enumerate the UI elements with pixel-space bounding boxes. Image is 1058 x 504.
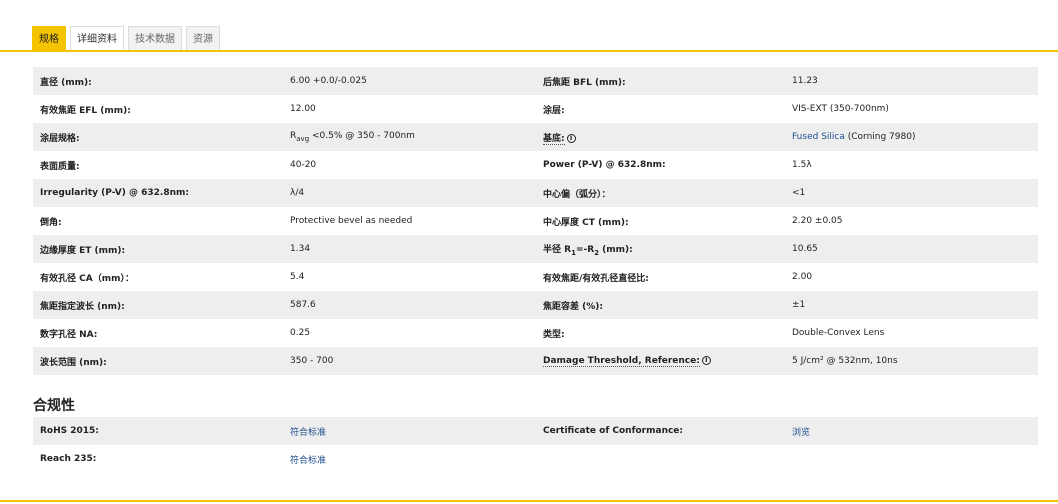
compliance-value: 符合标准 [284,453,538,466]
spec-value: VIS-EXT (350-700nm) [792,104,889,114]
compliance-label: Reach 235: [40,454,97,464]
spec-label: 半径 R1=-R2 (mm): [538,242,787,257]
certificate-view-link[interactable]: 浏览 [792,428,810,438]
spec-value: 0.25 [290,328,311,338]
spec-value: λ/4 [290,188,305,198]
spec-label: 数字孔径 NA: [40,329,98,340]
table-row: Irregularity (P-V) @ 632.8nm: λ/4 中心偏（弧分… [33,179,1038,207]
spec-label: 有效孔径 CA（mm）： [40,273,134,284]
spec-label: Irregularity (P-V) @ 632.8nm: [40,188,189,198]
spec-value: Double-Convex Lens [792,328,885,338]
table-row: 有效孔径 CA（mm）： 5.4 有效焦距/有效孔径直径比: 2.00 [33,263,1038,291]
spec-value: Fused Silica (Corning 7980) [787,132,1038,142]
spec-table: 直径 (mm): 6.00 +0.0/-0.025 后焦距 BFL (mm): … [33,67,1038,375]
substrate-label: 基底: [543,133,565,145]
spec-label: 倒角: [40,217,62,228]
spec-label: Damage Threshold, Reference: i [538,356,787,367]
table-row: 涂层规格: Ravg <0.5% @ 350 - 700nm 基底: i Fuse… [33,123,1038,151]
table-row: 焦距指定波长 (nm): 587.6 焦距容差 (%): ±1 [33,291,1038,319]
spec-label: 后焦距 BFL (mm): [543,77,626,88]
table-row: 倒角: Protective bevel as needed 中心厚度 CT (… [33,207,1038,235]
radius-unit: (mm): [599,244,633,255]
compliance-table: RoHS 2015: 符合标准 Certificate of Conforman… [33,417,1038,473]
spec-value: 11.23 [792,76,818,86]
spec-value: 2.00 [792,272,813,282]
spec-value: ±1 [792,300,806,310]
spec-label: 涂层: [543,105,565,116]
spec-value: 40-20 [290,160,317,170]
tab-underline [0,50,1058,52]
spec-label: 中心偏（弧分）： [543,189,611,200]
table-row: Reach 235: 符合标准 [33,445,1038,473]
substrate-link[interactable]: Fused Silica [792,132,845,142]
spec-value: 10.65 [792,244,818,254]
coating-spec: <0.5% @ 350 - 700nm [309,131,415,142]
spec-value: Ravg <0.5% @ 350 - 700nm [284,131,538,143]
spec-label: 有效焦距/有效孔径直径比: [543,273,649,284]
spec-label: 焦距指定波长 (nm): [40,301,125,312]
substrate-extra: (Corning 7980) [844,132,916,142]
spec-label: 焦距容差 (%): [543,301,603,312]
tab-details[interactable]: 详细资料 [70,26,124,51]
radius-label: 半径 R [543,244,572,255]
table-row: 波长范围 (nm): 350 - 700 Damage Threshold, R… [33,347,1038,375]
tab-bar: 规格 详细资料 技术数据 资源 [32,26,220,51]
table-row: 数字孔径 NA: 0.25 类型: Double-Convex Lens [33,319,1038,347]
tab-tech-data[interactable]: 技术数据 [128,26,182,51]
info-icon[interactable]: i [701,356,711,365]
table-row: 有效焦距 EFL (mm): 12.00 涂层: VIS-EXT (350-70… [33,95,1038,123]
table-row: 边缘厚度 ET (mm): 1.34 半径 R1=-R2 (mm): 10.65 [33,235,1038,263]
spec-value: 1.34 [290,244,311,254]
spec-label: 类型: [543,329,565,340]
spec-value: 5 J/cm² @ 532nm, 10ns [792,356,898,366]
table-row: RoHS 2015: 符合标准 Certificate of Conforman… [33,417,1038,445]
compliance-title: 合规性 [33,398,75,414]
spec-value: 1.5λ [792,160,812,170]
damage-threshold-label: Damage Threshold, Reference: [543,356,700,367]
spec-value: 350 - 700 [290,356,334,366]
spec-value: 587.6 [290,300,316,310]
spec-label: 边缘厚度 ET (mm): [40,245,126,256]
table-row: 直径 (mm): 6.00 +0.0/-0.025 后焦距 BFL (mm): … [33,67,1038,95]
spec-label: 有效焦距 EFL (mm): [40,105,131,116]
spec-label: 涂层规格: [40,133,80,144]
bottom-divider [0,500,1058,502]
compliance-value: 浏览 [787,425,1038,438]
spec-label: 表面质量: [40,161,80,172]
coating-sub: avg [296,134,310,143]
spec-label: 中心厚度 CT (mm): [543,217,629,228]
reach-link[interactable]: 符合标准 [290,456,326,466]
spec-label: Power (P-V) @ 632.8nm: [543,160,666,170]
spec-value: 12.00 [290,104,316,114]
spec-label: 直径 (mm): [40,77,92,88]
info-icon[interactable]: i [566,133,576,143]
table-row: 表面质量: 40-20 Power (P-V) @ 632.8nm: 1.5λ [33,151,1038,179]
rohs-link[interactable]: 符合标准 [290,428,326,438]
spec-label: 基底: i [538,131,787,145]
radius-mid: =-R [575,244,595,255]
compliance-label: RoHS 2015: [40,426,99,436]
tab-specs[interactable]: 规格 [32,26,66,51]
compliance-label: Certificate of Conformance: [543,426,684,436]
spec-value: Protective bevel as needed [290,216,413,226]
spec-value: <1 [792,188,806,198]
spec-value: 6.00 +0.0/-0.025 [290,76,367,86]
spec-value: 5.4 [290,272,305,282]
spec-label: 波长范围 (nm): [40,357,107,368]
spec-value: 2.20 ±0.05 [792,216,843,226]
tab-resources[interactable]: 资源 [186,26,220,51]
compliance-value: 符合标准 [284,425,538,438]
